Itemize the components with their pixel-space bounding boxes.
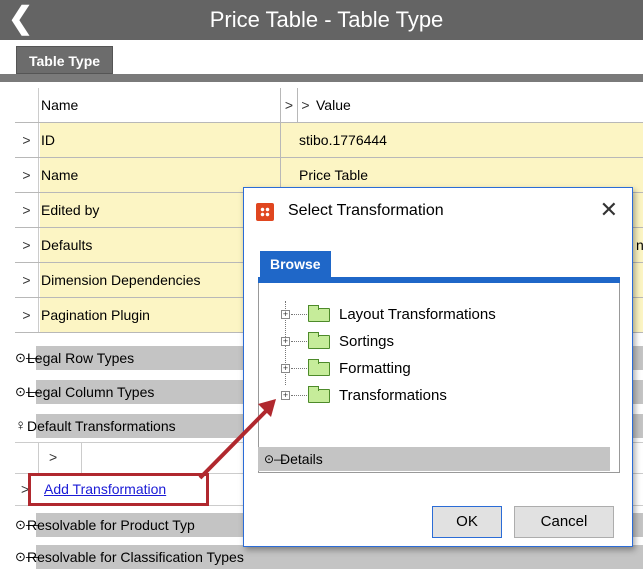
arrow-shaft <box>198 407 270 480</box>
annotation-arrow <box>198 399 276 480</box>
